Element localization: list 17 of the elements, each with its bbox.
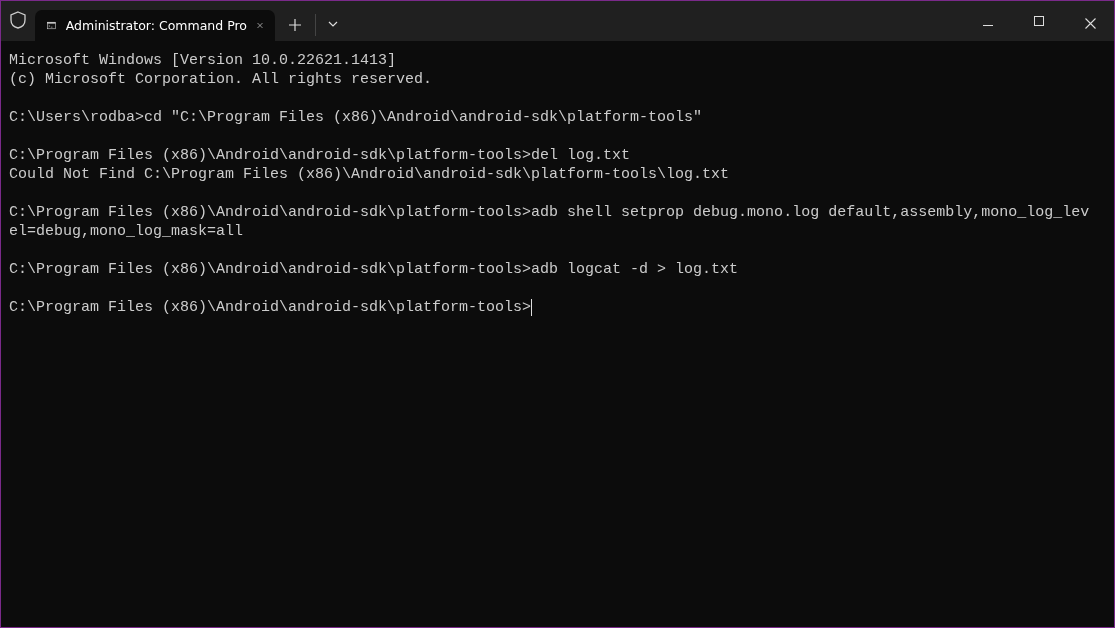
- console-line: C:\Program Files (x86)\Android\android-sdk\platform-tools>: [9, 298, 532, 317]
- maximize-icon[interactable]: [1034, 16, 1044, 26]
- shield-icon: [10, 11, 26, 29]
- console-line: C:\Program Files (x86)\Android\android-sdk\platform-tools>adb shell setprop debug.mono.log default,assembly,mono_log_lev: [9, 203, 1090, 222]
- console-line: Could Not Find C:\Program Files (x86)\Android\android-sdk\platform-tools\log.txt: [9, 165, 730, 184]
- dropdown-icon[interactable]: [328, 21, 338, 27]
- console-line: C:\Program Files (x86)\Android\android-sdk\platform-tools>adb logcat -d > log.txt: [9, 260, 739, 279]
- tab[interactable]: Administrator: Command Pro: [35, 10, 275, 41]
- console-line: Microsoft Windows [Version 10.0.22621.1413]: [9, 51, 397, 70]
- new-tab-icon[interactable]: [289, 19, 301, 31]
- terminal-icon: [47, 19, 56, 32]
- console-line: C:\Program Files (x86)\Android\android-sdk\platform-tools>del log.txt: [9, 146, 631, 165]
- console-line: C:\Users\rodba>cd "C:\Program Files (x86)\Android\android-sdk\platform-tools": [9, 108, 703, 127]
- tab-title: Administrator: Command Pro: [65, 18, 247, 33]
- console-line: el=debug,mono_log_mask=all: [9, 222, 244, 241]
- close-icon[interactable]: [1085, 18, 1096, 29]
- console-line: (c) Microsoft Corporation. All rights reserved.: [9, 70, 433, 89]
